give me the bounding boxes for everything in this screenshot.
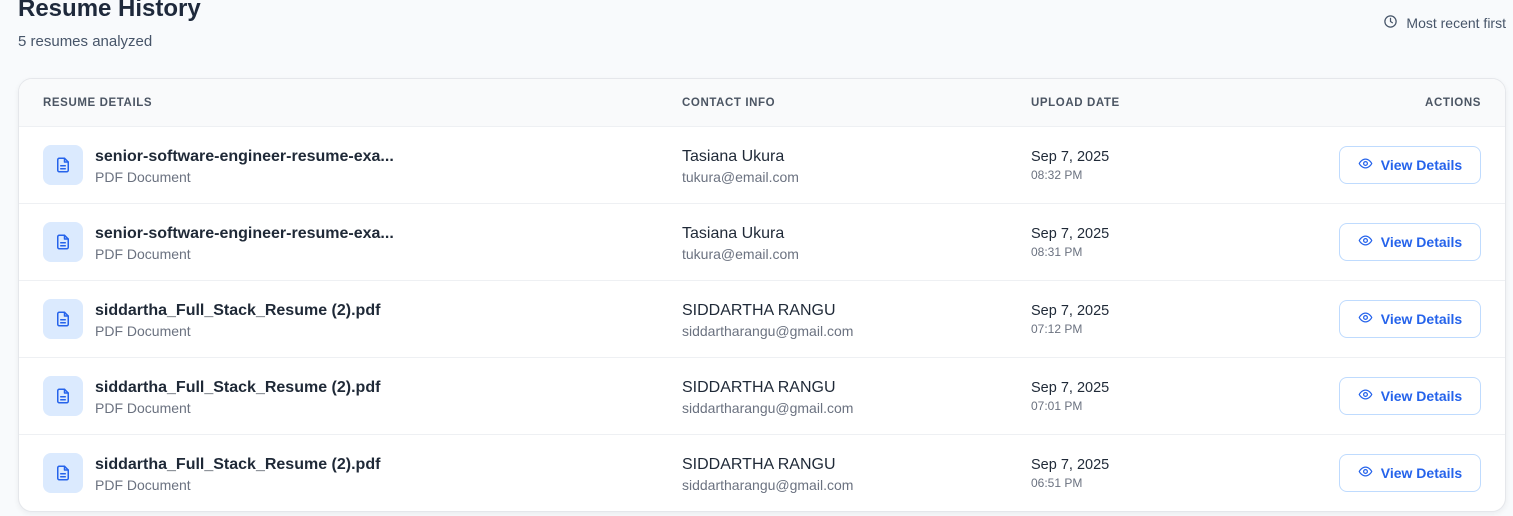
upload-time: 07:12 PM: [1031, 322, 1083, 336]
upload-time: 06:51 PM: [1031, 476, 1083, 490]
eye-icon: [1358, 156, 1373, 174]
column-header-contact-info: CONTACT INFO: [682, 97, 776, 109]
document-icon: [43, 376, 83, 416]
contact-name: Tasiana Ukura: [682, 148, 785, 165]
upload-time: 08:32 PM: [1031, 168, 1083, 182]
upload-date: Sep 7, 2025: [1031, 149, 1110, 165]
file-name: siddartha_Full_Stack_Resume (2).pdf: [95, 302, 381, 319]
contact-email: siddartharangu@gmail.com: [682, 477, 854, 493]
document-icon: [43, 222, 83, 262]
page-title: Resume History: [18, 0, 201, 22]
table-row: senior-software-engineer-resume-exa... P…: [19, 204, 1505, 281]
view-details-label: View Details: [1380, 234, 1463, 250]
eye-icon: [1358, 233, 1373, 251]
column-header-actions: ACTIONS: [1425, 97, 1481, 109]
file-type: PDF Document: [95, 477, 191, 493]
contact-name: Tasiana Ukura: [682, 225, 785, 242]
file-type: PDF Document: [95, 323, 191, 339]
sort-indicator[interactable]: Most recent first: [1383, 14, 1506, 32]
table-row: siddartha_Full_Stack_Resume (2).pdf PDF …: [19, 358, 1505, 435]
table-row: siddartha_Full_Stack_Resume (2).pdf PDF …: [19, 281, 1505, 358]
column-header-resume-details: RESUME DETAILS: [43, 97, 153, 109]
view-details-button[interactable]: View Details: [1339, 377, 1481, 415]
eye-icon: [1358, 387, 1373, 405]
contact-email: siddartharangu@gmail.com: [682, 323, 854, 339]
contact-name: SIDDARTHA RANGU: [682, 379, 836, 396]
file-name: siddartha_Full_Stack_Resume (2).pdf: [95, 379, 381, 396]
view-details-button[interactable]: View Details: [1339, 223, 1481, 261]
document-icon: [43, 145, 83, 185]
resume-history-page: Resume History 5 resumes analyzed Most r…: [0, 0, 1513, 516]
table-header: RESUME DETAILS CONTACT INFO UPLOAD DATE …: [19, 79, 1505, 127]
contact-email: tukura@email.com: [682, 169, 799, 185]
view-details-label: View Details: [1380, 311, 1463, 327]
document-icon: [43, 299, 83, 339]
resume-table: RESUME DETAILS CONTACT INFO UPLOAD DATE …: [18, 78, 1506, 512]
upload-date: Sep 7, 2025: [1031, 303, 1110, 319]
view-details-label: View Details: [1380, 157, 1463, 173]
contact-email: siddartharangu@gmail.com: [682, 400, 854, 416]
document-icon: [43, 453, 83, 493]
view-details-button[interactable]: View Details: [1339, 300, 1481, 338]
eye-icon: [1358, 310, 1373, 328]
view-details-button[interactable]: View Details: [1339, 146, 1481, 184]
table-body: senior-software-engineer-resume-exa... P…: [19, 127, 1505, 511]
view-details-label: View Details: [1380, 465, 1463, 481]
file-type: PDF Document: [95, 169, 191, 185]
view-details-button[interactable]: View Details: [1339, 454, 1481, 492]
file-type: PDF Document: [95, 400, 191, 416]
sort-label: Most recent first: [1406, 15, 1506, 31]
upload-date: Sep 7, 2025: [1031, 380, 1110, 396]
contact-name: SIDDARTHA RANGU: [682, 456, 836, 473]
file-name: siddartha_Full_Stack_Resume (2).pdf: [95, 456, 381, 473]
table-row: senior-software-engineer-resume-exa... P…: [19, 127, 1505, 204]
upload-time: 07:01 PM: [1031, 399, 1083, 413]
upload-date: Sep 7, 2025: [1031, 226, 1110, 242]
contact-name: SIDDARTHA RANGU: [682, 302, 836, 319]
clock-icon: [1383, 14, 1398, 32]
file-name: senior-software-engineer-resume-exa...: [95, 225, 394, 242]
resume-count: 5 resumes analyzed: [18, 33, 153, 50]
file-type: PDF Document: [95, 246, 191, 262]
eye-icon: [1358, 464, 1373, 482]
upload-date: Sep 7, 2025: [1031, 457, 1110, 473]
column-header-upload-date: UPLOAD DATE: [1031, 97, 1120, 109]
upload-time: 08:31 PM: [1031, 245, 1083, 259]
file-name: senior-software-engineer-resume-exa...: [95, 148, 394, 165]
contact-email: tukura@email.com: [682, 246, 799, 262]
table-row: siddartha_Full_Stack_Resume (2).pdf PDF …: [19, 435, 1505, 511]
view-details-label: View Details: [1380, 388, 1463, 404]
